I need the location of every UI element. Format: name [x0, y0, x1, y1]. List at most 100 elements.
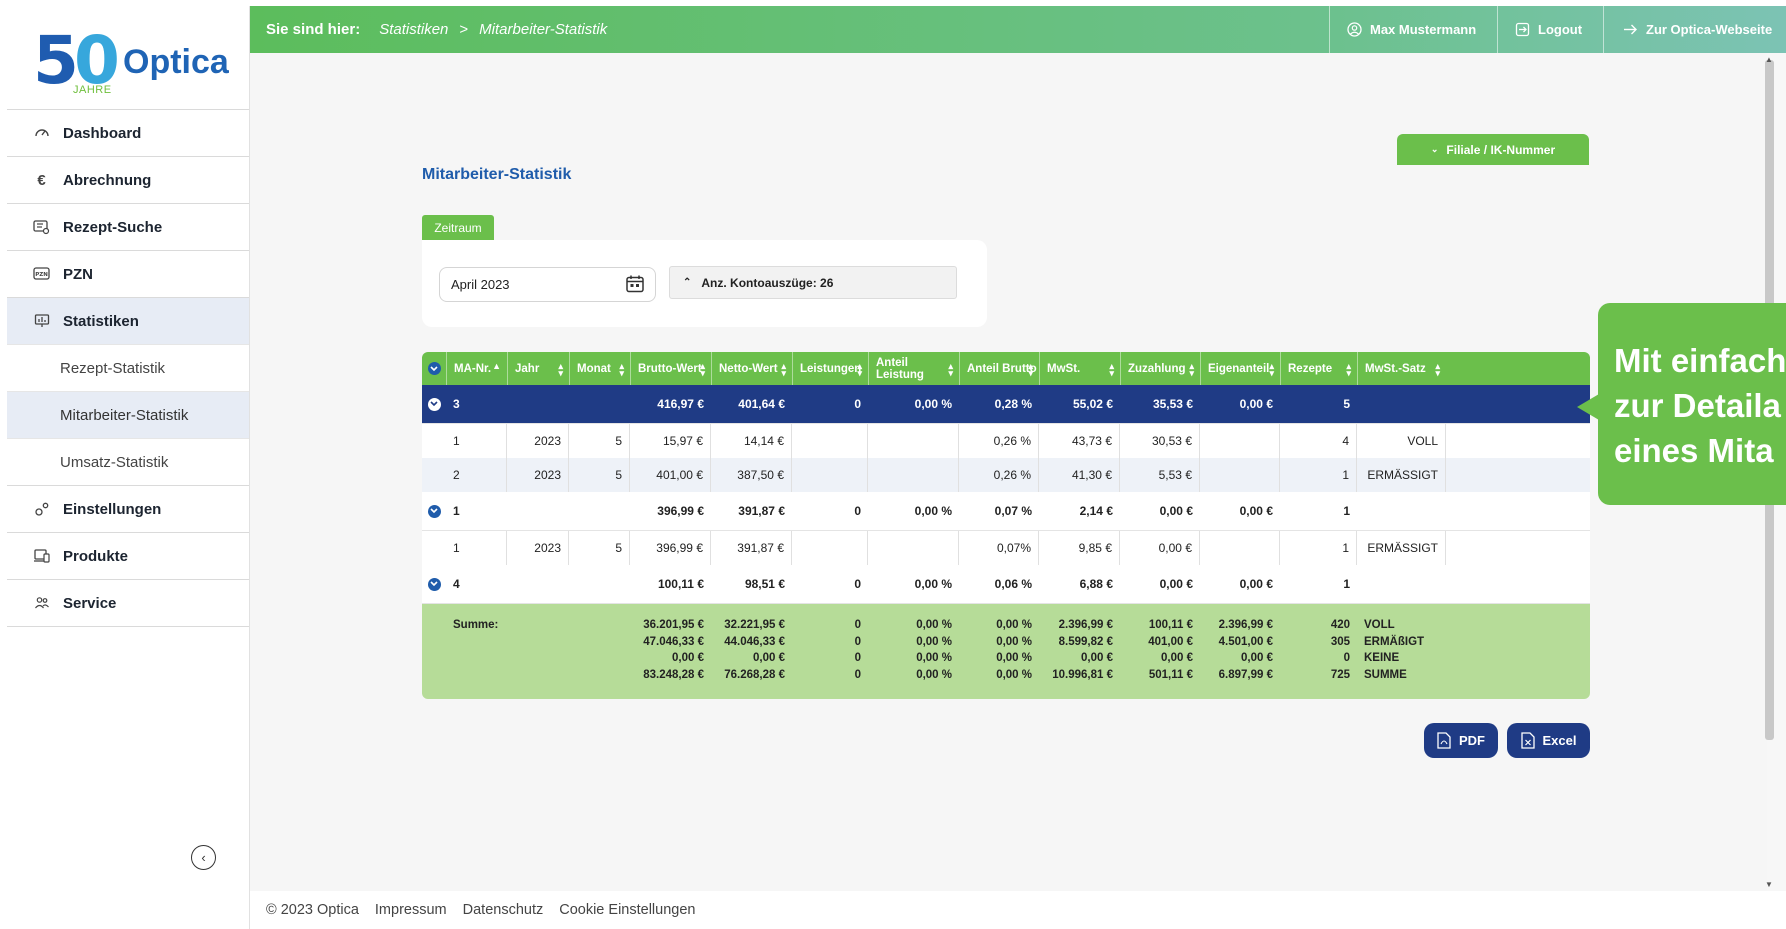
employee-statistics-table: MA-Nr. ▲ Jahr ▴ ▾ Monat ▴ ▾ Brutto-Wert ▴ ▾ Netto-W…	[422, 352, 1590, 699]
table-row[interactable]: 1 2023 5 396,99 €391,87 €0,07% 9,85 €0,00 €1…	[422, 531, 1590, 565]
sort-icon: ▴ ▾	[1435, 361, 1440, 378]
group-toggle[interactable]	[422, 492, 446, 531]
sidebar-subitem-umsatz-statistik[interactable]: Umsatz-Statistik	[7, 438, 249, 485]
summary-value: 0,00 €	[1161, 652, 1193, 664]
user-menu[interactable]: Max Mustermann	[1329, 6, 1497, 53]
sidebar-item-einstellungen[interactable]: Einstellungen	[7, 485, 249, 532]
summary-value: 0,00 %	[996, 652, 1032, 664]
table-cell: 2,14 €	[1079, 504, 1113, 518]
column-header-jahr[interactable]: Jahr ▴ ▾	[507, 352, 569, 385]
table-cell: 0,00 €	[1120, 531, 1200, 565]
pdf-export-button[interactable]: PDF	[1424, 723, 1498, 758]
summary-value: 0	[1343, 652, 1350, 664]
page-title: Mitarbeiter-Statistik	[422, 166, 572, 183]
expand-all-toggle[interactable]	[422, 352, 446, 385]
column-header-leistungen[interactable]: Leistungen ▴ ▾	[792, 352, 868, 385]
logout-button[interactable]: Logout	[1497, 6, 1603, 53]
group-toggle[interactable]	[422, 385, 446, 424]
summary-value: 0	[854, 619, 861, 631]
summary-value: 0,00 %	[916, 635, 952, 648]
sidebar-item-statistiken[interactable]: Statistiken	[7, 297, 249, 344]
optica-logo[interactable]: 50 JAHRE Optica	[7, 6, 249, 109]
sort-icon: ▴ ▾	[857, 361, 862, 378]
column-header-eigenanteil[interactable]: Eigenanteil ▴ ▾	[1200, 352, 1280, 385]
summary-value: 100,11 €	[1148, 619, 1193, 631]
logout-label: Logout	[1538, 22, 1583, 37]
filiale-ik-button[interactable]: ⌄ Filiale / IK-Nummer	[1397, 134, 1589, 165]
sidebar-item-service[interactable]: Service	[7, 579, 249, 626]
table-row[interactable]: 2 2023 5 401,00 €387,50 € 0,26 % 41,30 €5,53 …	[422, 458, 1590, 492]
sidebar-subitem-mitarbeiter-statistik[interactable]: Mitarbeiter-Statistik	[7, 391, 249, 438]
column-header-label: Leistungen	[800, 362, 862, 375]
summary-column-leistungen: 0 0 0 0	[792, 618, 868, 699]
column-header-anteil-brutto[interactable]: Anteil Brutto ▴ ▾	[959, 352, 1039, 385]
filiale-label: Filiale / IK-Nummer	[1446, 142, 1556, 157]
table-cell: 0	[854, 577, 861, 591]
table-cell: 1	[1343, 577, 1350, 591]
row-spacer	[422, 531, 446, 565]
cookie-settings-link[interactable]: Cookie Einstellungen	[559, 902, 695, 918]
website-link[interactable]: Zur Optica-Webseite	[1603, 6, 1786, 53]
table-cell	[1200, 531, 1280, 565]
table-cell: 0,00 %	[914, 504, 952, 518]
prescription-search-icon	[32, 218, 51, 237]
breadcrumb-statistiken[interactable]: Statistiken	[379, 21, 448, 38]
excel-export-button[interactable]: Excel	[1507, 723, 1590, 758]
breadcrumb-mitarbeiter-statistik[interactable]: Mitarbeiter-Statistik	[479, 21, 607, 38]
table-cell	[868, 424, 959, 458]
table-cell: 98,51 €	[744, 577, 785, 591]
month-value: April 2023	[451, 277, 510, 292]
summary-value: 0,00 %	[996, 668, 1032, 681]
table-cell: 2023	[507, 424, 569, 458]
sort-icon: ▴ ▾	[619, 361, 624, 378]
column-header-label: MA-Nr.	[454, 362, 492, 375]
kontoauszuege-toggle[interactable]: ⌃ Anz. Kontoauszüge: 26	[669, 266, 957, 299]
summary-column-anteil-brutto: 0,00 % 0,00 % 0,00 % 0,00 %	[959, 618, 1039, 699]
datenschutz-link[interactable]: Datenschutz	[463, 902, 544, 918]
summary-column-eigenanteil: 2.396,99 € 4.501,00 € 0,00 € 6.897,99 €	[1200, 618, 1280, 699]
zeitraum-tab[interactable]: Zeitraum	[422, 215, 494, 240]
month-picker-input[interactable]: April 2023	[439, 267, 656, 302]
table-cell: 401,64 €	[738, 397, 785, 411]
sidebar-item-dashboard[interactable]: Dashboard	[7, 109, 249, 156]
summary-column-anteil-leistung: 0,00 % 0,00 % 0,00 % 0,00 %	[868, 618, 959, 699]
scroll-up-icon[interactable]: ▲	[1765, 55, 1773, 64]
employee-group-row[interactable]: 3 416,97 € 401,64 € 0 0,00 % 0,28 % 55,02 € 35,…	[422, 385, 1590, 424]
summary-spacer	[422, 618, 446, 699]
table-cell: VOLL	[1357, 424, 1446, 458]
sidebar-item-abrechnung[interactable]: € Abrechnung	[7, 156, 249, 203]
sort-icon: ▴ ▾	[948, 361, 953, 378]
column-header-zuzahlung[interactable]: Zuzahlung ▴ ▾	[1120, 352, 1200, 385]
sidebar-item-produkte[interactable]: Produkte	[7, 532, 249, 579]
group-toggle[interactable]	[422, 565, 446, 604]
sidebar-item-rezept-suche[interactable]: Rezept-Suche	[7, 203, 249, 250]
impressum-link[interactable]: Impressum	[375, 902, 447, 918]
table-cell: 15,97 €	[630, 424, 711, 458]
column-header-label: Zuzahlung	[1128, 362, 1186, 375]
sidebar-subitem-rezept-statistik[interactable]: Rezept-Statistik	[7, 344, 249, 391]
column-header-mwst-satz[interactable]: MwSt.-Satz ▴ ▾	[1357, 352, 1446, 385]
collapse-sidebar-button[interactable]: ‹	[191, 845, 216, 870]
column-header-monat[interactable]: Monat ▴ ▾	[569, 352, 630, 385]
table-cell: ERMÄSSIGT	[1357, 458, 1446, 492]
column-header-netto-wert[interactable]: Netto-Wert ▴ ▾	[711, 352, 792, 385]
table-cell: 0,00 €	[1159, 577, 1193, 591]
column-header-brutto-wert[interactable]: Brutto-Wert ▴ ▾	[630, 352, 711, 385]
sidebar-item-pzn[interactable]: PZN PZN	[7, 250, 249, 297]
scroll-down-icon[interactable]: ▼	[1765, 880, 1773, 889]
excel-label: Excel	[1542, 733, 1577, 748]
table-cell: 0,00 €	[1239, 397, 1273, 411]
calendar-icon[interactable]	[625, 274, 645, 294]
column-header-anteil-leistung[interactable]: Anteil Leistung ▴ ▾	[868, 352, 959, 385]
column-header-ma-nr[interactable]: MA-Nr. ▲	[446, 352, 507, 385]
user-name: Max Mustermann	[1370, 22, 1477, 37]
dashboard-icon	[32, 124, 51, 143]
column-header-rezepte[interactable]: Rezepte ▴ ▾	[1280, 352, 1357, 385]
settings-gears-icon	[32, 500, 51, 519]
employee-group-row[interactable]: 4 100,11 € 98,51 € 0 0,00 % 0,06 % 6,88 € 0,00 …	[422, 565, 1590, 604]
callout-pointer	[1577, 394, 1599, 420]
summary-value: 401,00 €	[1148, 635, 1193, 648]
employee-group-row[interactable]: 1 396,99 € 391,87 € 0 0,00 % 0,07 % 2,14 € 0,00…	[422, 492, 1590, 531]
column-header-mwst[interactable]: MwSt. ▴ ▾	[1039, 352, 1120, 385]
table-row[interactable]: 1 2023 5 15,97 €14,14 € 0,26 % 43,73 €30,53 €…	[422, 424, 1590, 458]
